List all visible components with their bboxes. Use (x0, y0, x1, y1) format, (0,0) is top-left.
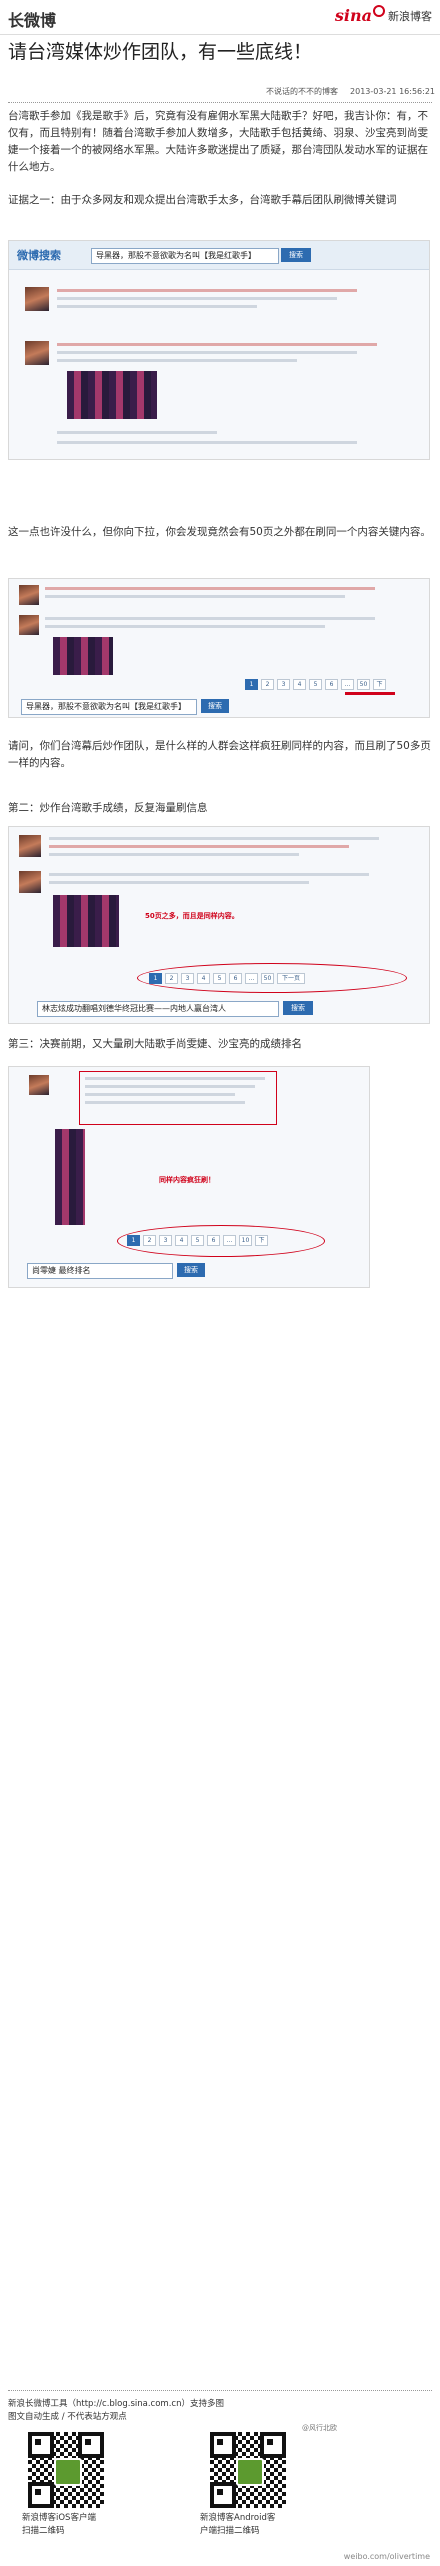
search-button[interactable]: 搜索 (283, 1001, 313, 1015)
page-next[interactable]: 下 (373, 679, 386, 690)
ios-caption: 新浪博客iOS客户端 扫描二维码 (22, 2512, 96, 2538)
page-4[interactable]: 4 (175, 1235, 188, 1246)
page-ellipsis: … (245, 973, 258, 984)
page-50[interactable]: 50 (261, 973, 274, 984)
paragraph-5: 第二：炒作台湾歌手成绩，反复海量刷信息 (8, 802, 208, 814)
post-image-strip (55, 1129, 85, 1225)
page-2[interactable]: 2 (261, 679, 274, 690)
page-ellipsis: … (341, 679, 354, 690)
footer-divider (8, 2390, 432, 2391)
page-3[interactable]: 3 (181, 973, 194, 984)
page-next[interactable]: 下一页 (277, 973, 305, 984)
android-qr-code[interactable] (210, 2432, 286, 2508)
paragraph-2: 证据之一：由于众多网友和观众提出台湾歌手太多，台湾歌手幕后团队刷微博关键词 (8, 194, 397, 206)
page-5[interactable]: 5 (309, 679, 322, 690)
ios-qr-code[interactable] (28, 2432, 104, 2508)
avatar (29, 1075, 49, 1095)
page-3[interactable]: 3 (277, 679, 290, 690)
footer-url[interactable]: weibo.com/olivertime (344, 2550, 430, 2563)
article-meta: 不说话的不不的博客 2013-03-21 16:56:21 (0, 86, 435, 100)
weibo-search-logo: 微博搜索 (17, 249, 61, 262)
sina-logo-text: sina (334, 6, 372, 25)
search-input[interactable]: 林志炫成功翻唱刘德华终冠比赛——内地人赢台湾人 (37, 1001, 279, 1017)
screenshot-weibo-search-1: 微博搜索 导黑器，那股不意欲歌为名叫【我是红歌手】 搜索 (8, 240, 430, 460)
page-50[interactable]: 50 (357, 679, 370, 690)
ios-caption-line-2: 扫描二维码 (22, 2526, 65, 2536)
article-title: 请台湾媒体炒作团队，有一些底线！ (8, 41, 313, 63)
avatar (19, 871, 41, 893)
pagination: 1 2 3 4 5 6 … 10 下 (127, 1235, 268, 1246)
page-4[interactable]: 4 (197, 973, 210, 984)
app-title: 长微博 (8, 11, 57, 30)
page-next[interactable]: 下 (255, 1235, 268, 1246)
page-2[interactable]: 2 (143, 1235, 156, 1246)
sina-blog-app-icon (54, 2458, 82, 2486)
avatar (25, 341, 49, 365)
paragraph-4: 请问，你们台湾幕后炒作团队，是什么样的人群会这样疯狂刷同样的内容，而且刷了50多… (8, 740, 431, 769)
search-input[interactable]: 导黑器，那股不意欲歌为名叫【我是红歌手】 (91, 248, 279, 264)
avatar (25, 287, 49, 311)
avatar (19, 615, 39, 635)
red-underline-annotation (345, 692, 395, 695)
page-1[interactable]: 1 (245, 679, 258, 690)
page-6[interactable]: 6 (325, 679, 338, 690)
screenshot-weibo-search-3: 50页之多，而且是同样内容。 1 2 3 4 5 6 … 50 下一页 林志炫成… (8, 826, 430, 1024)
search-button[interactable]: 搜索 (177, 1263, 205, 1277)
page-3[interactable]: 3 (159, 1235, 172, 1246)
author-link[interactable]: 不说话的不不的博客 (266, 87, 338, 96)
screenshot-weibo-search-4: 同样内容疯狂刷！ 1 2 3 4 5 6 … 10 下 尚零婕 最终排名 搜索 (8, 1066, 370, 1288)
post-image-strip (67, 371, 157, 419)
sina-blog-logo[interactable]: sina 新浪博客 (334, 4, 432, 25)
page-5[interactable]: 5 (191, 1235, 204, 1246)
page-1[interactable]: 1 (149, 973, 162, 984)
android-caption: 新浪博客Android客 户端扫描二维码 (200, 2512, 275, 2538)
paragraph-6: 第三：决赛前期，又大量刷大陆歌手尚雯婕、沙宝亮的成绩排名 (8, 1038, 302, 1050)
brand-name: 新浪博客 (388, 9, 432, 23)
page-1[interactable]: 1 (127, 1235, 140, 1246)
annotation-note: 50页之多，而且是同样内容。 (145, 912, 239, 920)
top-bar: 长微博 sina 新浪博客 (0, 0, 440, 35)
page-2[interactable]: 2 (165, 973, 178, 984)
title-divider (8, 102, 432, 103)
search-button[interactable]: 搜索 (281, 248, 311, 262)
pagination: 1 2 3 4 5 6 … 50 下 (245, 679, 386, 690)
post-image-strip (53, 637, 113, 675)
page-6[interactable]: 6 (207, 1235, 220, 1246)
ios-caption-line-1: 新浪博客iOS客户端 (22, 2513, 96, 2523)
page-ellipsis: … (223, 1235, 236, 1246)
screenshot-weibo-search-2: 1 2 3 4 5 6 … 50 下 导黑器，那股不意欲歌为名叫【我是红歌手】 … (8, 578, 430, 718)
page-10[interactable]: 10 (239, 1235, 252, 1246)
sina-blog-app-icon (236, 2458, 264, 2486)
watermark-handle: @风行北欧 (302, 2424, 337, 2432)
android-caption-line-1: 新浪博客Android客 (200, 2513, 276, 2523)
page-4[interactable]: 4 (293, 679, 306, 690)
tool-credit: 新浪长微博工具（http://c.blog.sina.com.cn）支持多图 图… (8, 2398, 408, 2424)
tool-credit-line-2: 图文自动生成 / 不代表站方观点 (8, 2412, 127, 2422)
android-caption-line-2: 户端扫描二维码 (200, 2526, 260, 2536)
search-button[interactable]: 搜索 (201, 699, 229, 713)
search-input[interactable]: 导黑器，那股不意欲歌为名叫【我是红歌手】 (21, 699, 197, 715)
page-5[interactable]: 5 (213, 973, 226, 984)
post-image-strip (53, 895, 119, 947)
pagination: 1 2 3 4 5 6 … 50 下一页 (149, 973, 305, 984)
paragraph-3: 这一点也许没什么，但你向下拉，你会发现竟然会有50页之外都在刷同一个内容关键内容… (8, 526, 431, 538)
page-6[interactable]: 6 (229, 973, 242, 984)
sina-eye-icon (373, 4, 385, 17)
search-input[interactable]: 尚零婕 最终排名 (27, 1263, 173, 1279)
avatar (19, 835, 41, 857)
paragraph-1: 台湾歌手参加《我是歌手》后，究竟有没有雇佣水军黑大陆歌手？好吧，我吉讣你：有，不… (8, 110, 428, 173)
annotation-note: 同样内容疯狂刷！ (159, 1176, 215, 1184)
tool-credit-line-1[interactable]: 新浪长微博工具（http://c.blog.sina.com.cn）支持多图 (8, 2398, 408, 2411)
post-datetime: 2013-03-21 16:56:21 (350, 87, 435, 96)
avatar (19, 585, 39, 605)
